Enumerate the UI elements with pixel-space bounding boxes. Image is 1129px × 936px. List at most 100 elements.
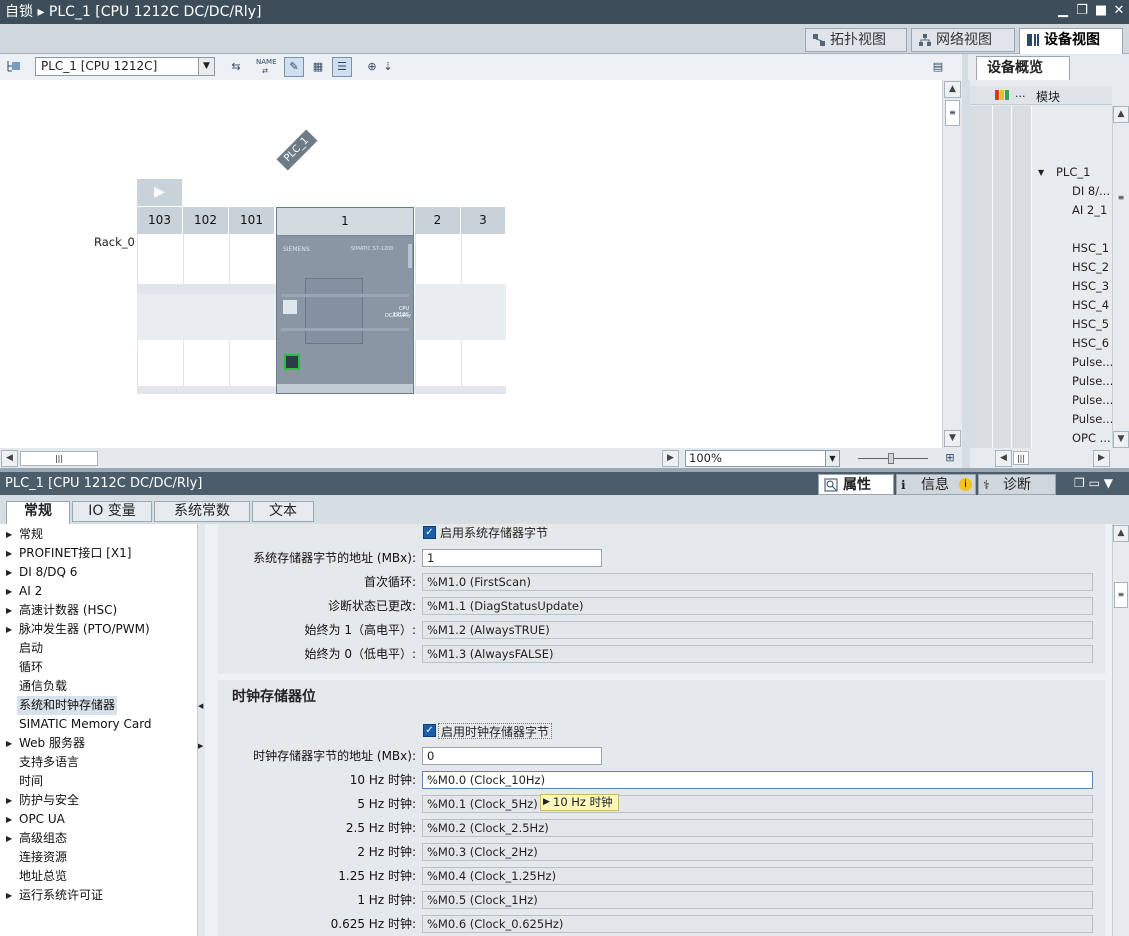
device-tree-icon[interactable]	[4, 57, 24, 77]
nav-item[interactable]: 连接资源	[0, 848, 197, 867]
system-memory-field-value[interactable]: %M1.0 (FirstScan)	[422, 573, 1093, 591]
slot-header-1[interactable]: 1	[277, 208, 413, 235]
nav-item[interactable]: ▶ PROFINET接口 [X1]	[0, 544, 197, 563]
nav-item[interactable]: 地址总览	[0, 867, 197, 886]
tab-texts[interactable]: 文本	[252, 501, 314, 522]
scroll-thumb[interactable]: ≡	[945, 100, 960, 126]
clock-memory-field-value[interactable]: %M0.5 (Clock_1Hz)	[422, 891, 1093, 909]
nav-item[interactable]: ▶ AI 2	[0, 582, 197, 601]
clock-memory-address-input[interactable]: 0	[422, 747, 602, 765]
overview-row[interactable]: OPC ...	[970, 429, 1112, 448]
maximize-icon[interactable]: ■	[1093, 3, 1109, 19]
slot-header-101[interactable]: 101	[229, 207, 275, 234]
overview-row[interactable]: AI 2_1	[970, 201, 1112, 220]
draw-icon[interactable]: ✎	[284, 57, 304, 77]
tab-device-overview[interactable]: 设备概览	[976, 56, 1070, 80]
restore-icon[interactable]: ❐	[1074, 3, 1090, 19]
fit-view-icon[interactable]: ⊞	[940, 448, 960, 468]
scroll-right-icon[interactable]: ▶	[662, 450, 679, 467]
overview-row[interactable]: DI 8/...	[970, 182, 1112, 201]
expand-right-icon[interactable]: ▶	[6, 829, 12, 848]
scroll-thumb[interactable]: |||	[1013, 451, 1029, 465]
overview-row[interactable]	[970, 144, 1112, 163]
clock-memory-field-value[interactable]: %M0.4 (Clock_1.25Hz)	[422, 867, 1093, 885]
module-swap-icon[interactable]: ⇆	[226, 57, 246, 77]
grid-icon[interactable]: ▦	[308, 57, 328, 77]
panel-toggle-icon[interactable]: ▤	[928, 57, 948, 77]
expand-right-icon[interactable]: ▶	[6, 601, 12, 620]
overview-horizontal-scrollbar[interactable]: ◀ ||| ▶	[995, 450, 1111, 467]
show-name-icon[interactable]: NAME ⇄	[255, 57, 277, 77]
nav-item[interactable]: ▶ 高速计数器 (HSC)	[0, 601, 197, 620]
nav-item[interactable]: SIMATIC Memory Card	[0, 715, 197, 734]
tab-device-view[interactable]: 设备视图	[1019, 28, 1123, 54]
collapse-left-icon[interactable]: ◀	[198, 702, 203, 710]
canvas-vertical-scrollbar[interactable]: ▲ ≡ ▼	[942, 80, 962, 448]
cpu-module[interactable]: 1 SIEMENS SIMATIC S7-1200 CPU 1212C DC/D…	[276, 207, 414, 394]
nav-item[interactable]: 时间	[0, 772, 197, 791]
expand-right-icon[interactable]: ▶	[6, 886, 12, 905]
tab-diagnostics[interactable]: ⚕ 诊断	[978, 474, 1056, 495]
expand-down-icon[interactable]: ▼	[1038, 163, 1044, 182]
nav-item[interactable]: ▶ 高级组态	[0, 829, 197, 848]
zoom-select[interactable]: 100% ▼	[685, 450, 840, 467]
nav-item[interactable]: ▶ DI 8/DQ 6	[0, 563, 197, 582]
clock-memory-field-value[interactable]: %M0.0 (Clock_10Hz)	[422, 771, 1093, 789]
tab-properties[interactable]: 属性	[818, 474, 894, 495]
nav-item[interactable]: ▶ 脉冲发生器 (PTO/PWM)	[0, 620, 197, 639]
nav-item[interactable]: 通信负载	[0, 677, 197, 696]
system-memory-field-value[interactable]: %M1.3 (AlwaysFALSE)	[422, 645, 1093, 663]
tab-io-tags[interactable]: IO 变量	[72, 501, 152, 522]
clock-memory-field-value[interactable]: %M0.6 (Clock_0.625Hz)	[422, 915, 1093, 933]
overview-row[interactable]: HSC_2	[970, 258, 1112, 277]
scroll-down-icon[interactable]: ▼	[1113, 431, 1129, 448]
ethernet-port-icon[interactable]	[284, 354, 300, 370]
expand-right-icon[interactable]: ▶	[198, 742, 203, 750]
expand-right-icon[interactable]: ▶	[6, 734, 12, 753]
window-dock-icon[interactable]: ❐ ▭ ▼	[1074, 472, 1113, 495]
scroll-left-icon[interactable]: ◀	[995, 450, 1012, 467]
scroll-right-icon[interactable]: ▶	[1093, 450, 1110, 467]
tab-info[interactable]: ℹ 信息 i	[896, 474, 976, 495]
close-icon[interactable]: ✕	[1111, 3, 1127, 19]
nav-splitter[interactable]: ◀ ▶	[198, 524, 205, 936]
nav-item[interactable]: ▶ 运行系统许可证	[0, 886, 197, 905]
tab-network-view[interactable]: 网络视图	[911, 28, 1015, 52]
overview-row[interactable]	[970, 220, 1112, 239]
scroll-up-icon[interactable]: ▲	[944, 81, 961, 98]
nav-item[interactable]: ▶ OPC UA	[0, 810, 197, 829]
overview-row[interactable]: HSC_3	[970, 277, 1112, 296]
horizontal-scroll-thumb[interactable]: |||	[20, 451, 98, 466]
overview-row[interactable]: HSC_4	[970, 296, 1112, 315]
nav-item[interactable]: 支持多语言	[0, 753, 197, 772]
overview-vertical-scrollbar[interactable]: ▲ ≡ ▼	[1112, 106, 1129, 448]
nav-item[interactable]: ▶ 防护与安全	[0, 791, 197, 810]
chevron-down-icon[interactable]: ▼	[825, 451, 839, 466]
scroll-thumb[interactable]: ≡	[1114, 582, 1128, 608]
zoom-slider-thumb[interactable]	[888, 453, 894, 464]
expand-right-icon[interactable]: ▶	[6, 563, 12, 582]
overview-row[interactable]: ▼ PLC_1	[970, 163, 1112, 182]
overview-row[interactable]	[970, 106, 1112, 125]
clock-memory-field-value[interactable]: %M0.2 (Clock_2.5Hz)	[422, 819, 1093, 837]
expand-right-icon[interactable]: ▶	[6, 582, 12, 601]
nav-item[interactable]: 循环	[0, 658, 197, 677]
slot-header-3[interactable]: 3	[461, 207, 506, 234]
overview-row[interactable]: Pulse...	[970, 372, 1112, 391]
nav-item[interactable]: ▶ Web 服务器	[0, 734, 197, 753]
scroll-down-icon[interactable]: ▼	[944, 430, 961, 447]
overview-row[interactable]: HSC_6	[970, 334, 1112, 353]
slot-header-103[interactable]: 103	[137, 207, 183, 234]
clock-memory-enable-checkbox[interactable]: ✓	[423, 724, 436, 737]
nav-item[interactable]: 启动	[0, 639, 197, 658]
expand-right-icon[interactable]: ▶	[6, 791, 12, 810]
rack-expand-button[interactable]: ▶	[137, 179, 182, 206]
tab-topology-view[interactable]: 拓扑视图	[805, 28, 907, 52]
system-memory-field-value[interactable]: %M1.2 (AlwaysTRUE)	[422, 621, 1093, 639]
nav-item[interactable]: ▶ 常规	[0, 525, 197, 544]
tab-general[interactable]: 常规	[6, 501, 70, 524]
filter-icon[interactable]	[994, 88, 1010, 102]
overview-row[interactable]: Pulse...	[970, 410, 1112, 429]
system-memory-enable-checkbox[interactable]: ✓	[423, 526, 436, 539]
tab-system-constants[interactable]: 系统常数	[154, 501, 250, 522]
